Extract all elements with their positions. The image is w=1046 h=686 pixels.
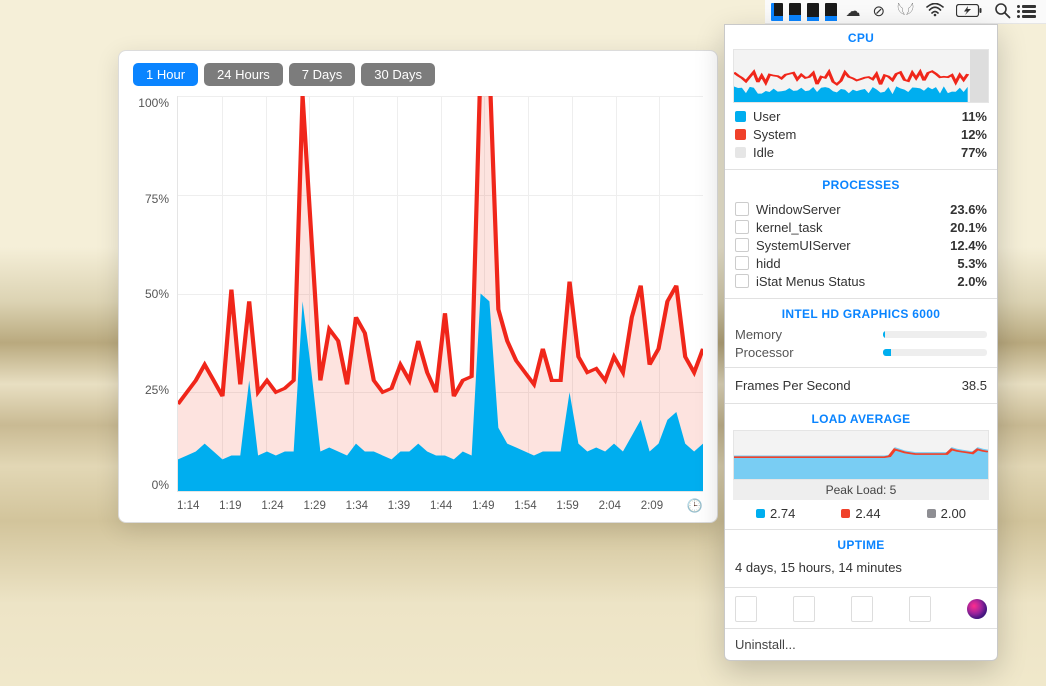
process-icon [735, 274, 749, 288]
page-icon[interactable] [735, 596, 757, 622]
clock-icon: 🕒 [683, 498, 703, 514]
process-row[interactable]: hidd5.3% [735, 254, 987, 272]
menubar-cpu-icon[interactable] [771, 3, 783, 21]
process-list: WindowServer23.6%kernel_task20.1%SystemU… [725, 196, 997, 296]
gpu-header: INTEL HD GRAPHICS 6000 [725, 301, 997, 325]
process-icon [735, 202, 749, 216]
process-row[interactable]: SystemUIServer12.4% [735, 236, 987, 254]
cpu-header: CPU [725, 25, 997, 49]
page-icon[interactable] [909, 596, 931, 622]
cpu-rows: User 11% System 12% Idle 77% [725, 103, 997, 167]
process-row[interactable]: kernel_task20.1% [735, 218, 987, 236]
load-average-header: LOAD AVERAGE [725, 406, 997, 430]
tab-24-hours[interactable]: 24 Hours [204, 63, 283, 86]
time-range-segmented: 1 Hour 24 Hours 7 Days 30 Days [133, 63, 435, 86]
gpu-processor-row[interactable]: Processor [725, 343, 997, 361]
processes-header: PROCESSES [725, 172, 997, 196]
idle-swatch [735, 147, 746, 158]
tab-30-days[interactable]: 30 Days [361, 63, 435, 86]
tab-7-days[interactable]: 7 Days [289, 63, 355, 86]
load-legend: 2.74 2.44 2.00 [725, 500, 997, 527]
menu-list-icon[interactable] [1020, 5, 1038, 18]
cpu-chart [177, 96, 703, 492]
uptime-value: 4 days, 15 hours, 14 minutes [725, 556, 997, 585]
tab-1-hour[interactable]: 1 Hour [133, 63, 198, 86]
uptime-header: UPTIME [725, 532, 997, 556]
butterfly-icon[interactable]: 𓆩𓆪 [894, 4, 917, 19]
load-peak-caption: Peak Load: 5 [733, 480, 989, 500]
do-not-disturb-icon[interactable]: ⊘ [870, 4, 889, 19]
cpu-core-bars [970, 83, 988, 102]
user-swatch [735, 111, 746, 122]
wifi-icon[interactable] [923, 3, 947, 20]
istat-dropdown: CPU User 11% System 12% Idle 77% PROCESS… [724, 24, 998, 661]
cpu-row-user[interactable]: User 11% [735, 107, 987, 125]
cpu-row-idle[interactable]: Idle 77% [735, 143, 987, 161]
load-sparkline[interactable] [733, 430, 989, 480]
page-icon[interactable] [851, 596, 873, 622]
system-swatch [735, 129, 746, 140]
settings-icon[interactable] [967, 599, 987, 619]
menubar-mem-icon[interactable] [789, 3, 801, 21]
menubar-sen-icon[interactable] [825, 3, 837, 21]
gpu-memory-row[interactable]: Memory [725, 325, 997, 343]
cpu-history-panel: 1 Hour 24 Hours 7 Days 30 Days 100% 75% … [118, 50, 718, 523]
process-icon [735, 238, 749, 252]
uninstall-button[interactable]: Uninstall... [725, 628, 997, 660]
process-row[interactable]: WindowServer23.6% [735, 200, 987, 218]
fps-row[interactable]: Frames Per Second 38.5 [725, 370, 997, 401]
process-icon [735, 220, 749, 234]
spotlight-icon[interactable] [991, 2, 1014, 22]
battery-icon[interactable] [953, 4, 985, 20]
process-row[interactable]: iStat Menus Status2.0% [735, 272, 987, 290]
process-icon [735, 256, 749, 270]
menubar-ssd-icon[interactable] [807, 3, 819, 21]
cloud-icon[interactable]: ☁︎ [843, 4, 864, 19]
cpu-row-system[interactable]: System 12% [735, 125, 987, 143]
y-axis: 100% 75% 50% 25% 0% [133, 96, 177, 492]
cpu-sparkline[interactable] [733, 49, 989, 103]
x-axis: 1:141:191:241:291:341:391:441:491:541:59… [177, 492, 703, 514]
menubar: ☁︎ ⊘ 𓆩𓆪 [765, 0, 1046, 24]
page-icon[interactable] [793, 596, 815, 622]
dropdown-footer [725, 590, 997, 628]
